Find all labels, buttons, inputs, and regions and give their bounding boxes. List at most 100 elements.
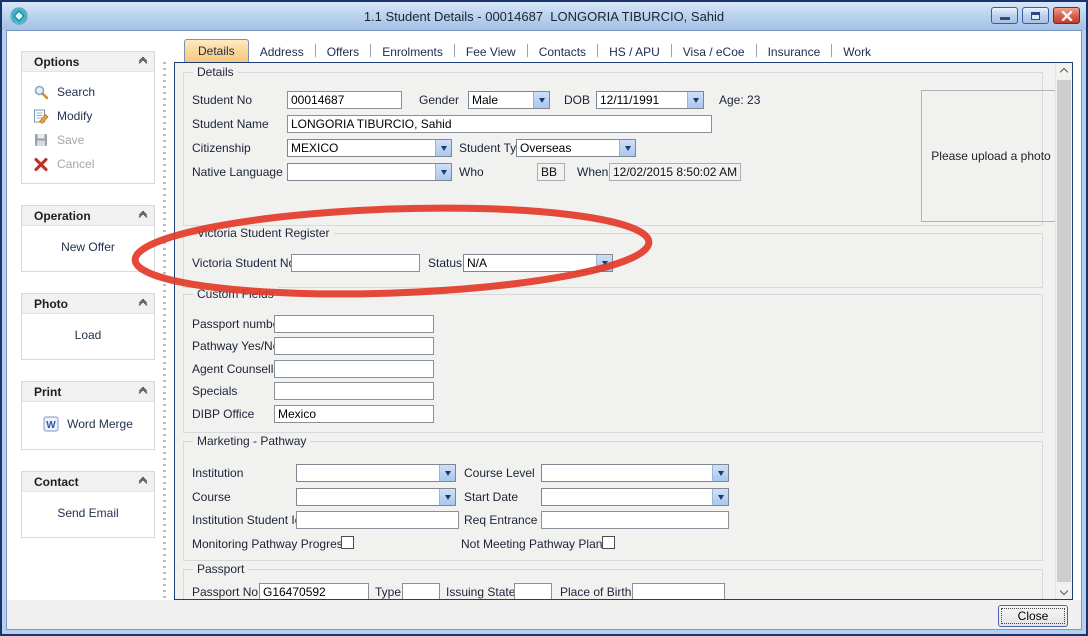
- collapse-icon[interactable]: [140, 478, 146, 486]
- vertical-scrollbar[interactable]: [1055, 63, 1072, 599]
- specials-input[interactable]: [274, 382, 434, 400]
- dibp-office-input[interactable]: [274, 405, 434, 423]
- passport-type-input[interactable]: [402, 583, 440, 600]
- victoria-student-no-input[interactable]: [291, 254, 420, 272]
- tab-fee-view[interactable]: Fee View: [455, 41, 527, 62]
- sidebar-group-photo: Photo Load: [21, 293, 155, 360]
- group-title: Options: [34, 55, 79, 69]
- tab-contacts[interactable]: Contacts: [528, 41, 597, 62]
- tab-hs-apu[interactable]: HS / APU: [598, 41, 671, 62]
- dibp-office-label: DIBP Office: [192, 405, 254, 423]
- native-language-value: [288, 164, 435, 180]
- course-combobox[interactable]: [296, 488, 456, 506]
- student-name-input[interactable]: [287, 115, 712, 133]
- item-label: New Offer: [61, 240, 115, 254]
- tab-visa-ecoe[interactable]: Visa / eCoe: [672, 41, 756, 62]
- chevron-down-icon[interactable]: [533, 92, 549, 108]
- chevron-down-icon[interactable]: [439, 465, 455, 481]
- collapse-icon[interactable]: [140, 300, 146, 308]
- sidebar-item-word-merge[interactable]: W Word Merge: [22, 410, 154, 442]
- chevron-down-icon[interactable]: [712, 489, 728, 505]
- group-title: Photo: [34, 297, 68, 311]
- start-date-combobox[interactable]: [541, 488, 729, 506]
- sidebar-group-operation-header[interactable]: Operation: [22, 206, 154, 226]
- tab-insurance[interactable]: Insurance: [757, 41, 832, 62]
- sidebar-item-new-offer[interactable]: New Offer: [22, 234, 154, 264]
- item-label: Word Merge: [67, 417, 133, 431]
- sidebar-item-send-email[interactable]: Send Email: [22, 500, 154, 530]
- native-language-combobox[interactable]: [287, 163, 452, 181]
- tab-work[interactable]: Work: [832, 41, 882, 62]
- chevron-down-icon[interactable]: [687, 92, 703, 108]
- gender-combobox[interactable]: Male: [468, 91, 550, 109]
- tab-address[interactable]: Address: [249, 41, 315, 62]
- institution-student-id-input[interactable]: [296, 511, 459, 529]
- course-level-label: Course Level: [464, 464, 535, 482]
- dob-datepicker[interactable]: 12/11/1991: [596, 91, 704, 109]
- issuing-state-input[interactable]: [514, 583, 552, 600]
- close-button[interactable]: Close: [998, 605, 1068, 627]
- tab-offers[interactable]: Offers: [316, 41, 370, 62]
- groupbox-legend: Custom Fields: [193, 287, 278, 301]
- minimize-icon[interactable]: [991, 7, 1018, 24]
- chevron-down-icon[interactable]: [619, 140, 635, 156]
- specials-label: Specials: [192, 382, 237, 400]
- scroll-down-icon[interactable]: [1056, 582, 1072, 599]
- chevron-down-icon[interactable]: [435, 164, 451, 180]
- tab-enrolments[interactable]: Enrolments: [371, 41, 454, 62]
- window-title: 1.1 Student Details - 00014687 LONGORIA …: [2, 9, 1086, 24]
- tab-details[interactable]: Details: [184, 39, 249, 62]
- titlebar: 1.1 Student Details - 00014687 LONGORIA …: [2, 2, 1086, 30]
- collapse-icon[interactable]: [140, 388, 146, 396]
- maximize-icon[interactable]: [1022, 7, 1049, 24]
- item-label: Load: [75, 328, 102, 342]
- monitoring-pathway-progress-checkbox[interactable]: [341, 536, 354, 549]
- chevron-down-icon[interactable]: [596, 255, 612, 271]
- citizenship-combobox[interactable]: MEXICO: [287, 139, 452, 157]
- place-of-birth-label: Place of Birth: [560, 583, 631, 600]
- chevron-down-icon[interactable]: [435, 140, 451, 156]
- save-icon: [33, 132, 49, 148]
- sidebar-item-save[interactable]: Save: [22, 128, 154, 152]
- scroll-up-icon[interactable]: [1056, 63, 1072, 80]
- agent-counsellor-input[interactable]: [274, 360, 434, 378]
- place-of-birth-input[interactable]: [632, 583, 725, 600]
- close-icon[interactable]: [1053, 7, 1080, 24]
- collapse-icon[interactable]: [140, 212, 146, 220]
- age-value: 23: [747, 93, 760, 107]
- req-entrance-score-input[interactable]: [541, 511, 729, 529]
- start-date-value: [542, 489, 712, 505]
- sidebar-item-modify[interactable]: Modify: [22, 104, 154, 128]
- details-tab-page: Details Student No Gender Male DOB 12/11…: [174, 62, 1073, 600]
- word-icon: W: [43, 416, 59, 432]
- not-meeting-pathway-plan-checkbox[interactable]: [602, 536, 615, 549]
- sidebar-group-print: Print W Word Merge: [21, 381, 155, 450]
- sidebar-group-operation: Operation New Offer: [21, 205, 155, 272]
- institution-combobox[interactable]: [296, 464, 456, 482]
- chevron-down-icon[interactable]: [712, 465, 728, 481]
- issuing-state-label: Issuing State: [446, 583, 515, 600]
- scrollbar-thumb[interactable]: [1057, 80, 1071, 582]
- sidebar-group-photo-header[interactable]: Photo: [22, 294, 154, 314]
- svg-text:W: W: [46, 420, 56, 431]
- sidebar-item-search[interactable]: Search: [22, 80, 154, 104]
- sidebar-item-cancel[interactable]: Cancel: [22, 152, 154, 176]
- passport-no-input[interactable]: [259, 583, 369, 600]
- sidebar-item-load[interactable]: Load: [22, 322, 154, 352]
- passport-no-label: Passport No: [192, 583, 258, 600]
- sidebar-group-print-header[interactable]: Print: [22, 382, 154, 402]
- chevron-down-icon[interactable]: [439, 489, 455, 505]
- details-groupbox: Details Student No Gender Male DOB 12/11…: [183, 72, 1043, 226]
- passport-number-input[interactable]: [274, 315, 434, 333]
- sidebar-group-options-header[interactable]: Options: [22, 52, 154, 72]
- sidebar-splitter[interactable]: [163, 62, 166, 600]
- student-no-input[interactable]: [287, 91, 402, 109]
- victoria-status-combobox[interactable]: N/A: [463, 254, 613, 272]
- student-type-combobox[interactable]: Overseas: [516, 139, 636, 157]
- collapse-icon[interactable]: [140, 58, 146, 66]
- sidebar-group-contact-header[interactable]: Contact: [22, 472, 154, 492]
- groupbox-legend: Passport: [193, 562, 248, 576]
- student-details-window: 1.1 Student Details - 00014687 LONGORIA …: [0, 0, 1088, 636]
- pathway-yes-no-input[interactable]: [274, 337, 434, 355]
- course-level-combobox[interactable]: [541, 464, 729, 482]
